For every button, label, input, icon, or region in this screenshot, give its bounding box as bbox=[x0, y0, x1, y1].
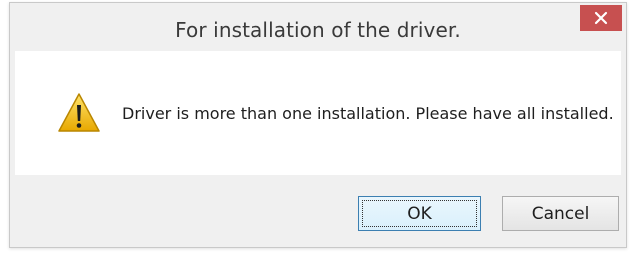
dialog-title: For installation of the driver. bbox=[175, 18, 461, 42]
warning-icon bbox=[58, 93, 100, 132]
focus-ring bbox=[362, 200, 477, 227]
close-button[interactable] bbox=[580, 5, 622, 31]
dialog-message: Driver is more than one installation. Pl… bbox=[122, 104, 614, 123]
cancel-button-label: Cancel bbox=[531, 203, 590, 224]
ok-button[interactable]: OK bbox=[358, 196, 481, 231]
title-bar[interactable]: For installation of the driver. bbox=[10, 3, 626, 51]
button-bar: OK Cancel bbox=[15, 175, 621, 243]
cancel-button[interactable]: Cancel bbox=[502, 196, 619, 231]
close-icon bbox=[594, 11, 608, 25]
dialog-body: Driver is more than one installation. Pl… bbox=[15, 51, 621, 175]
message-dialog: For installation of the driver. Driver i… bbox=[9, 2, 627, 248]
